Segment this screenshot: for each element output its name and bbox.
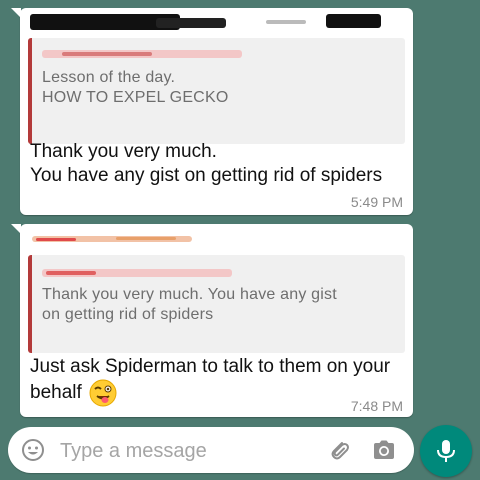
quoted-text: Thank you very much. You have any gist o…: [42, 286, 337, 323]
sender-name-redacted: [26, 224, 386, 252]
message-text-content: Just ask Spiderman to talk to them on yo…: [30, 356, 391, 404]
message-text: Thank you very much. You have any gist o…: [30, 141, 383, 186]
message-timestamp: 5:49 PM: [350, 194, 403, 210]
paperclip-icon[interactable]: [326, 437, 352, 463]
message-text: Just ask Spiderman to talk to them on yo…: [30, 355, 395, 407]
quoted-message[interactable]: Lesson of the day. HOW TO EXPEL GECKO: [28, 38, 405, 144]
bubble-tail: [11, 224, 21, 234]
winking-face-with-tongue-icon: [89, 379, 117, 407]
sender-name-redacted: [26, 8, 386, 36]
quoted-author-redacted: [42, 263, 252, 279]
microphone-button[interactable]: [420, 425, 472, 477]
camera-icon[interactable]: [371, 437, 397, 463]
microphone-icon: [437, 440, 455, 462]
quoted-message[interactable]: Thank you very much. You have any gist o…: [28, 255, 405, 353]
emoji-icon[interactable]: [21, 438, 45, 462]
message-composer: [8, 427, 414, 473]
bubble-tail: [11, 8, 21, 18]
quoted-author-redacted: [42, 46, 252, 62]
quoted-text: Lesson of the day. HOW TO EXPEL GECKO: [42, 69, 229, 106]
message-input[interactable]: [58, 435, 317, 467]
message-bubble[interactable]: Lesson of the day. HOW TO EXPEL GECKO Th…: [11, 8, 413, 215]
message-bubble[interactable]: Thank you very much. You have any gist o…: [11, 224, 413, 417]
message-timestamp: 7:48 PM: [350, 398, 403, 414]
